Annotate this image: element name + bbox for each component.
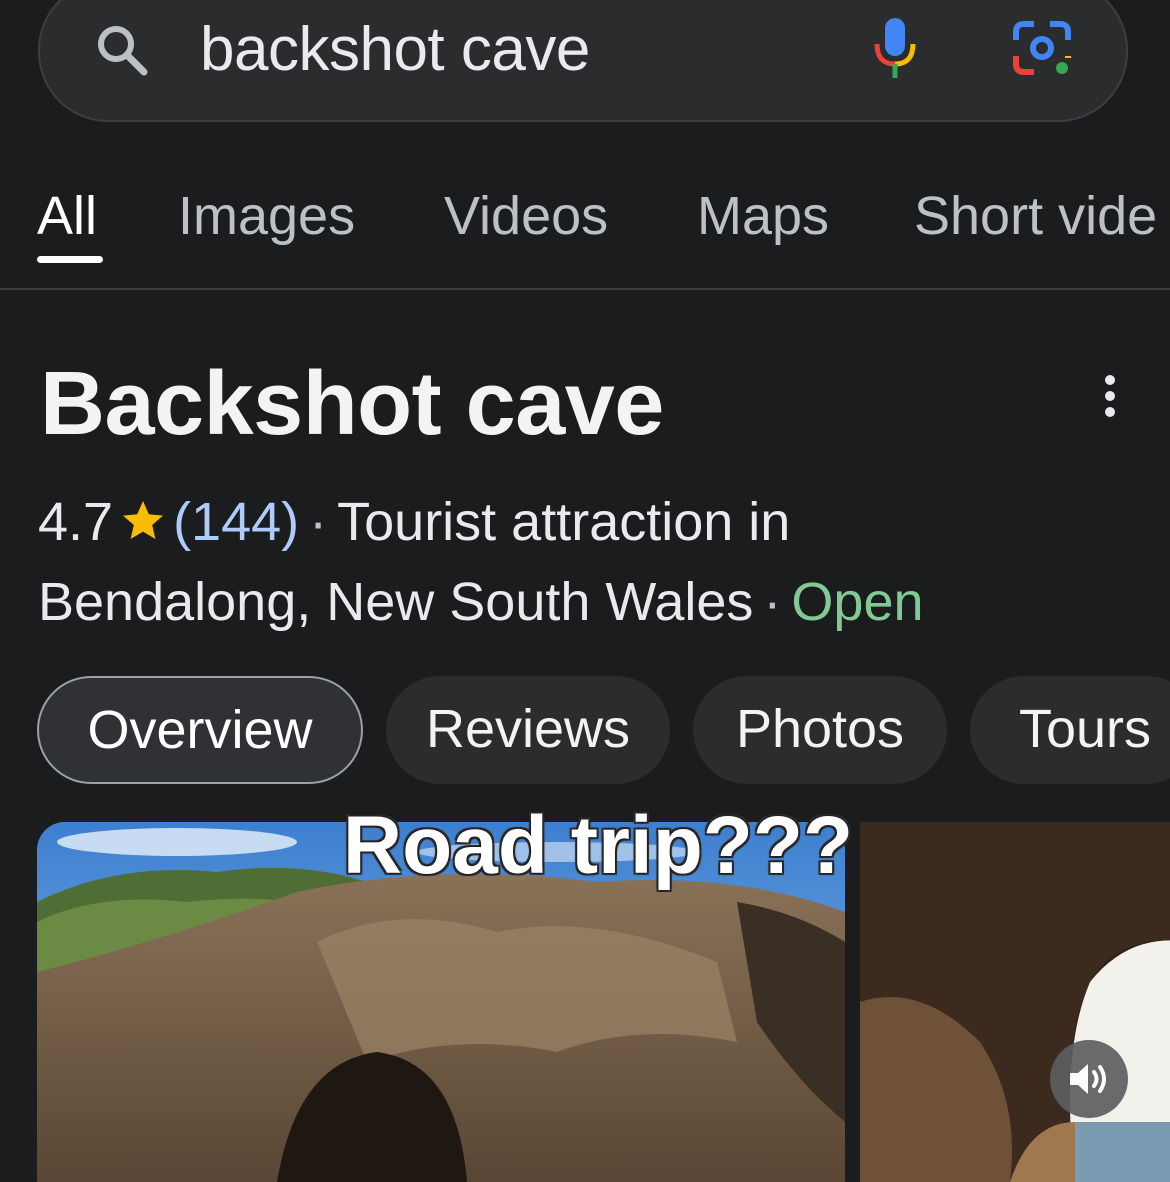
place-title: Backshot cave [40,354,664,454]
tab-images[interactable]: Images [178,184,355,248]
lens-icon[interactable] [1010,18,1076,80]
chip-overview[interactable]: Overview [37,676,363,784]
place-category: Tourist attraction in [337,492,791,552]
place-location: Bendalong, New South Wales [38,572,754,632]
rating-line: 4.7 (144) · Tourist attraction in [38,490,790,554]
sound-toggle-button[interactable] [1050,1040,1128,1118]
tab-videos[interactable]: Videos [444,184,608,248]
search-input[interactable]: backshot cave [200,14,590,86]
separator: · [309,492,328,552]
location-line: Bendalong, New South Wales · Open [38,570,924,634]
video-caption-overlay: Road trip??? [0,798,1170,894]
search-tabs: All Images Videos Maps Short vide [0,170,1170,290]
tab-maps[interactable]: Maps [697,184,829,248]
chip-tours[interactable]: Tours [970,676,1170,784]
review-count-link[interactable]: (144) [173,492,299,552]
tab-all[interactable]: All [37,184,97,248]
separator: · [763,572,782,632]
active-tab-indicator [37,256,103,263]
chip-reviews[interactable]: Reviews [386,676,670,784]
divider [0,288,1170,290]
caption-text: Road trip??? [342,800,854,891]
more-vert-icon[interactable] [1090,372,1130,422]
search-icon[interactable] [92,20,152,80]
chip-photos[interactable]: Photos [693,676,947,784]
open-status: Open [791,572,924,632]
star-icon [123,501,164,539]
mic-icon[interactable] [868,14,922,84]
volume-icon [1070,1064,1106,1094]
rating-value: 4.7 [38,492,114,552]
tab-short-videos[interactable]: Short vide [914,184,1157,248]
